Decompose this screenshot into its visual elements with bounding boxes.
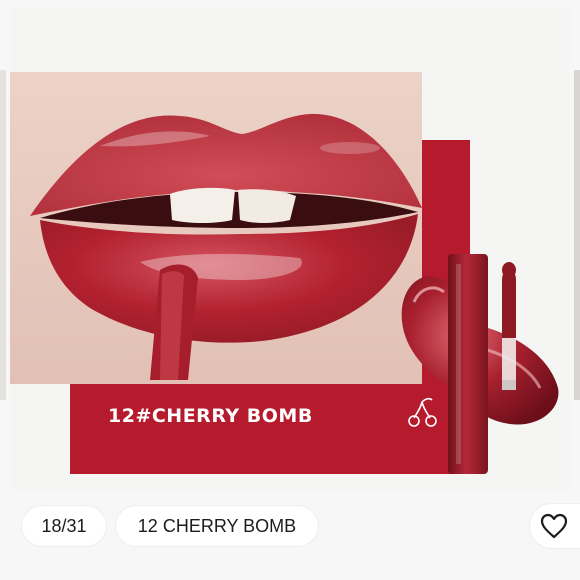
slide-caption-text: 12 CHERRY BOMB: [137, 515, 297, 536]
slide-caption: 12 CHERRY BOMB: [116, 506, 318, 546]
shade-label: 12#CHERRY BOMB: [108, 405, 313, 427]
heart-outline-icon: [540, 513, 568, 539]
image-viewer: 12#CHERRY BOMB 18/31 12 CHERRY BOMB: [0, 0, 580, 580]
next-slide-peek[interactable]: [574, 70, 580, 400]
product-image[interactable]: 12#CHERRY BOMB: [10, 8, 570, 490]
slide-counter: 18/31: [22, 506, 106, 546]
slide-counter-text: 18/31: [41, 515, 87, 536]
previous-slide-peek[interactable]: [0, 70, 6, 400]
like-button[interactable]: [530, 504, 580, 548]
